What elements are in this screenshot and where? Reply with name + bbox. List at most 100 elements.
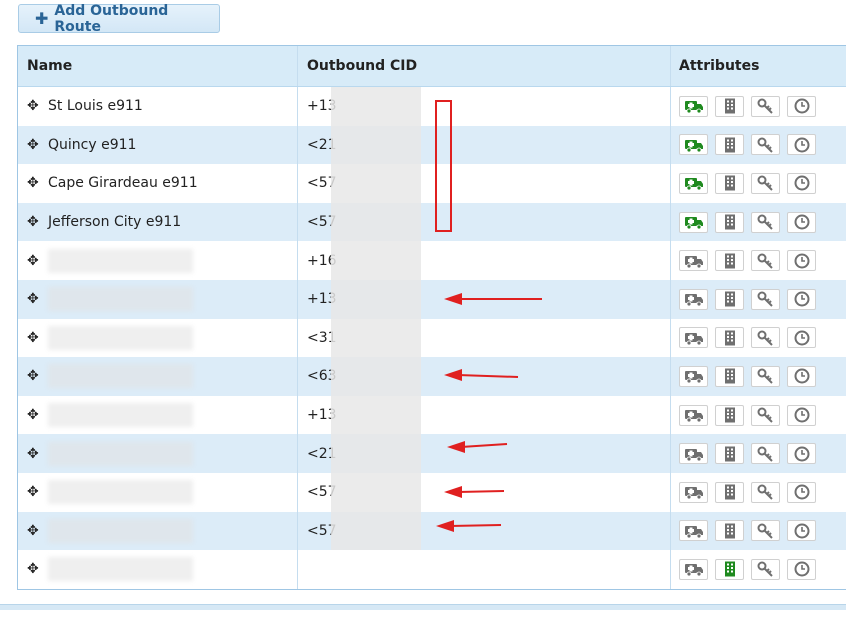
clock-icon[interactable]	[787, 481, 816, 503]
key-icon[interactable]	[751, 443, 780, 465]
key-icon[interactable]	[751, 481, 780, 503]
drag-move-icon[interactable]: ✥	[27, 253, 43, 269]
building-icon[interactable]	[715, 172, 744, 194]
name-cell[interactable]: ✥	[18, 241, 298, 280]
outbound-cid-cell[interactable]: <57	[298, 164, 671, 203]
drag-move-icon[interactable]: ✥	[27, 98, 43, 114]
clock-icon[interactable]	[787, 134, 816, 156]
drag-move-icon[interactable]: ✥	[27, 523, 43, 539]
table-row[interactable]: ✥	[18, 550, 846, 589]
ambulance-icon[interactable]	[679, 327, 708, 349]
key-icon[interactable]	[751, 404, 780, 426]
outbound-cid-cell[interactable]	[298, 550, 671, 589]
table-row[interactable]: ✥ Cape Girardeau e911 <57	[18, 164, 846, 203]
ambulance-icon[interactable]	[679, 481, 708, 503]
key-icon[interactable]	[751, 520, 780, 542]
name-cell[interactable]: ✥	[18, 550, 298, 589]
outbound-cid-cell[interactable]: +13	[298, 395, 671, 435]
outbound-cid-cell[interactable]: <31	[298, 318, 671, 358]
name-cell[interactable]: ✥ Quincy e911	[18, 125, 298, 165]
clock-icon[interactable]	[787, 327, 816, 349]
building-icon[interactable]	[715, 327, 744, 349]
column-header-outbound-cid[interactable]: Outbound CID	[298, 46, 671, 86]
outbound-cid-cell[interactable]: +16	[298, 241, 671, 280]
key-icon[interactable]	[751, 558, 780, 580]
ambulance-icon[interactable]	[679, 558, 708, 580]
building-icon[interactable]	[715, 95, 744, 117]
building-icon[interactable]	[715, 481, 744, 503]
name-cell[interactable]: ✥	[18, 318, 298, 358]
clock-icon[interactable]	[787, 365, 816, 387]
table-row[interactable]: ✥ <63	[18, 357, 846, 396]
ambulance-icon[interactable]	[679, 520, 708, 542]
building-icon[interactable]	[715, 250, 744, 272]
ambulance-icon[interactable]	[679, 134, 708, 156]
key-icon[interactable]	[751, 95, 780, 117]
column-header-name[interactable]: Name	[18, 46, 298, 86]
drag-move-icon[interactable]: ✥	[27, 214, 43, 230]
clock-icon[interactable]	[787, 172, 816, 194]
clock-icon[interactable]	[787, 288, 816, 310]
clock-icon[interactable]	[787, 404, 816, 426]
name-cell[interactable]: ✥ St Louis e911	[18, 87, 298, 126]
clock-icon[interactable]	[787, 520, 816, 542]
name-cell[interactable]: ✥	[18, 279, 298, 319]
building-icon[interactable]	[715, 211, 744, 233]
building-icon[interactable]	[715, 520, 744, 542]
ambulance-icon[interactable]	[679, 250, 708, 272]
key-icon[interactable]	[751, 327, 780, 349]
name-cell[interactable]: ✥	[18, 434, 298, 473]
drag-move-icon[interactable]: ✥	[27, 561, 43, 577]
name-cell[interactable]: ✥	[18, 357, 298, 396]
name-cell[interactable]: ✥	[18, 511, 298, 551]
outbound-cid-cell[interactable]: <57	[298, 202, 671, 242]
building-icon[interactable]	[715, 404, 744, 426]
key-icon[interactable]	[751, 365, 780, 387]
column-header-attributes[interactable]: Attributes	[671, 46, 846, 86]
building-icon[interactable]	[715, 134, 744, 156]
table-row[interactable]: ✥ <31	[18, 318, 846, 358]
outbound-cid-cell[interactable]: +13	[298, 87, 671, 126]
drag-move-icon[interactable]: ✥	[27, 291, 43, 307]
drag-move-icon[interactable]: ✥	[27, 330, 43, 346]
table-row[interactable]: ✥ Quincy e911 <21	[18, 125, 846, 165]
clock-icon[interactable]	[787, 95, 816, 117]
add-outbound-route-button[interactable]: ✚ Add Outbound Route	[18, 3, 220, 35]
clock-icon[interactable]	[787, 443, 816, 465]
name-cell[interactable]: ✥	[18, 472, 298, 512]
building-icon[interactable]	[715, 365, 744, 387]
table-row[interactable]: ✥ St Louis e911 +13	[18, 87, 846, 126]
key-icon[interactable]	[751, 288, 780, 310]
ambulance-icon[interactable]	[679, 365, 708, 387]
ambulance-icon[interactable]	[679, 443, 708, 465]
table-row[interactable]: ✥ +13	[18, 395, 846, 435]
drag-move-icon[interactable]: ✥	[27, 407, 43, 423]
drag-move-icon[interactable]: ✥	[27, 446, 43, 462]
table-row[interactable]: ✥ +13	[18, 279, 846, 319]
name-cell[interactable]: ✥	[18, 395, 298, 435]
outbound-cid-cell[interactable]: <21	[298, 125, 671, 165]
clock-icon[interactable]	[787, 250, 816, 272]
table-row[interactable]: ✥ <57	[18, 472, 846, 512]
ambulance-icon[interactable]	[679, 211, 708, 233]
ambulance-icon[interactable]	[679, 404, 708, 426]
key-icon[interactable]	[751, 134, 780, 156]
ambulance-icon[interactable]	[679, 95, 708, 117]
building-icon[interactable]	[715, 288, 744, 310]
drag-move-icon[interactable]: ✥	[27, 175, 43, 191]
name-cell[interactable]: ✥ Cape Girardeau e911	[18, 164, 298, 203]
ambulance-icon[interactable]	[679, 288, 708, 310]
table-row[interactable]: ✥ Jefferson City e911 <57	[18, 202, 846, 242]
ambulance-icon[interactable]	[679, 172, 708, 194]
key-icon[interactable]	[751, 172, 780, 194]
building-icon[interactable]	[715, 558, 744, 580]
drag-move-icon[interactable]: ✥	[27, 368, 43, 384]
drag-move-icon[interactable]: ✥	[27, 484, 43, 500]
name-cell[interactable]: ✥ Jefferson City e911	[18, 202, 298, 242]
clock-icon[interactable]	[787, 558, 816, 580]
building-icon[interactable]	[715, 443, 744, 465]
drag-move-icon[interactable]: ✥	[27, 137, 43, 153]
table-row[interactable]: ✥ +16	[18, 241, 846, 280]
key-icon[interactable]	[751, 211, 780, 233]
key-icon[interactable]	[751, 250, 780, 272]
